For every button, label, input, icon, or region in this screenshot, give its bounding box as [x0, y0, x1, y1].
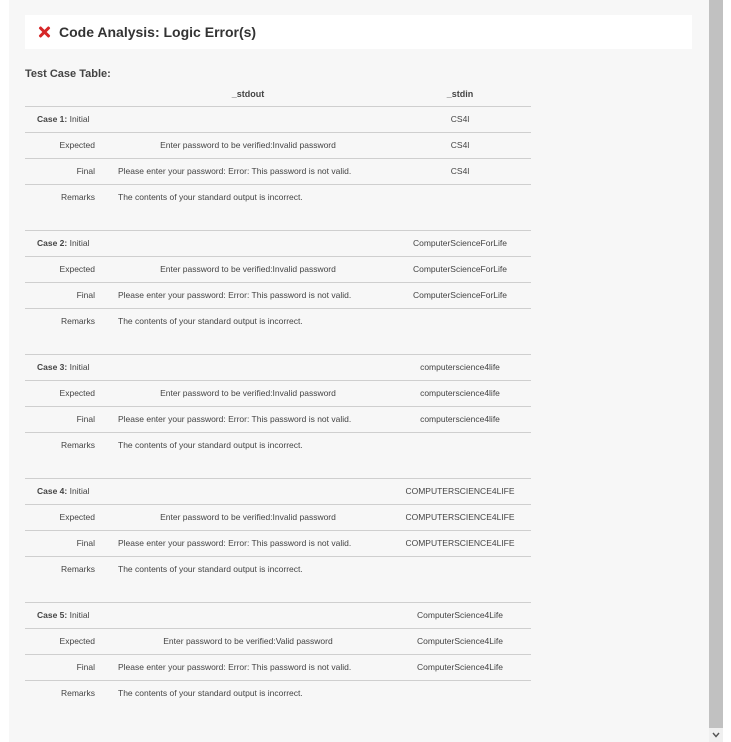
stdout-cell: Enter password to be verified:Invalid pa… [160, 388, 336, 398]
stdout-cell: The contents of your standard output is … [118, 440, 303, 450]
row-label: Final [76, 290, 95, 300]
table-row: Remarks The contents of your standard out… [25, 308, 531, 354]
case-initial-label: Case 3: Initial [37, 355, 89, 380]
stdout-cell [105, 231, 391, 256]
stdout-cell [105, 479, 391, 504]
row-label: Final [76, 538, 95, 548]
stdin-cell: ComputerScience4Life [417, 610, 503, 620]
stdin-cell: CS4l [450, 166, 470, 176]
stdout-cell [105, 355, 391, 380]
stdout-cell: The contents of your standard output is … [118, 564, 303, 574]
stdout-cell: Please enter your password: Error: This … [118, 166, 352, 176]
stdin-cell: CS4l [450, 114, 470, 124]
stdin-cell: CS4l [450, 140, 470, 150]
table-row: Final Please enter your password: Error: … [25, 406, 531, 432]
table-row: Remarks The contents of your standard out… [25, 184, 531, 230]
table-row: Remarks The contents of your standard out… [25, 556, 531, 602]
row-label: Remarks [60, 440, 95, 450]
row-label: Expected [59, 264, 95, 274]
table-row: Final Please enter your password: Error: … [25, 282, 531, 308]
row-label-text: Initial [69, 486, 90, 496]
stdout-cell: Please enter your password: Error: This … [118, 290, 352, 300]
case-initial-label: Case 5: Initial [37, 603, 89, 628]
stdout-cell: Enter password to be verified:Invalid pa… [160, 140, 336, 150]
row-label: Expected [59, 636, 95, 646]
row-label: Final [76, 414, 95, 424]
row-label: Final [76, 166, 95, 176]
column-header-stdout: _stdout [231, 89, 265, 99]
stdin-cell: COMPUTERSCIENCE4LIFE [405, 512, 515, 522]
stdin-cell: computerscience4life [420, 388, 500, 398]
table-row: Expected Enter password to be verified:In… [25, 504, 531, 530]
stdout-cell: Please enter your password: Error: This … [118, 538, 352, 548]
stdin-cell: COMPUTERSCIENCE4LIFE [405, 538, 515, 548]
stdin-cell: computerscience4life [420, 414, 500, 424]
stdout-cell: Please enter your password: Error: This … [118, 662, 352, 672]
stdin-cell [390, 309, 530, 334]
close-x-icon [38, 26, 50, 38]
table-row: Remarks The contents of your standard out… [25, 680, 531, 706]
scroll-down-arrow-icon[interactable] [709, 728, 723, 742]
stdin-cell [390, 681, 530, 706]
stdin-cell [390, 433, 530, 458]
table-row: Final Please enter your password: Error: … [25, 530, 531, 556]
row-label: Remarks [60, 564, 95, 574]
row-label: Remarks [60, 192, 95, 202]
stdout-cell [105, 603, 391, 628]
table-row: Expected Enter password to be verified:Va… [25, 628, 531, 654]
row-label: Expected [59, 388, 95, 398]
stdin-cell: ComputerScience4Life [417, 636, 503, 646]
table-row: Expected Enter password to be verified:In… [25, 380, 531, 406]
stdout-cell: The contents of your standard output is … [118, 316, 303, 326]
case-number-label: Case 5: [37, 610, 68, 620]
row-label-text: Initial [69, 238, 90, 248]
stdin-cell: computerscience4life [420, 362, 500, 372]
stdin-cell [390, 185, 530, 210]
table-row: Final Please enter your password: Error: … [25, 158, 531, 184]
stdout-cell: The contents of your standard output is … [118, 688, 303, 698]
stdin-cell: COMPUTERSCIENCE4LIFE [405, 486, 515, 496]
stdout-cell: Enter password to be verified:Invalid pa… [160, 512, 336, 522]
stdin-cell [390, 557, 530, 582]
stdin-cell: ComputerScienceForLife [412, 238, 507, 248]
table-row: Remarks The contents of your standard out… [25, 432, 531, 478]
row-label: Remarks [60, 316, 95, 326]
stdout-cell: Enter password to be verified:Valid pass… [163, 636, 333, 646]
case-number-label: Case 2: [37, 238, 68, 248]
scrollbar-thumb[interactable] [709, 0, 723, 728]
table-row: Expected Enter password to be verified:In… [25, 132, 531, 158]
stdout-cell: Enter password to be verified:Invalid pa… [160, 264, 336, 274]
table-row: Expected Enter password to be verified:In… [25, 256, 531, 282]
row-label: Remarks [60, 688, 95, 698]
case-number-label: Case 3: [37, 362, 68, 372]
row-label-text: Initial [69, 362, 90, 372]
case-number-label: Case 1: [37, 114, 68, 124]
case-initial-label: Case 2: Initial [37, 231, 89, 256]
stdin-cell: ComputerScienceForLife [412, 264, 507, 274]
stdin-cell: ComputerScience4Life [417, 662, 503, 672]
stdout-cell: The contents of your standard output is … [118, 192, 303, 202]
row-label-text: Initial [69, 114, 90, 124]
stdin-cell: ComputerScienceForLife [412, 290, 507, 300]
table-row: Case 2: Initial ComputerScienceForLife [25, 230, 531, 256]
test-case-table-title: Test Case Table: [25, 68, 111, 80]
table-row: Case 4: Initial COMPUTERSCIENCE4LIFE [25, 478, 531, 504]
case-number-label: Case 4: [37, 486, 68, 496]
column-header-stdin: _stdin [446, 89, 474, 99]
row-label: Expected [59, 512, 95, 522]
table-row: Final Please enter your password: Error: … [25, 654, 531, 680]
case-initial-label: Case 1: Initial [37, 107, 89, 132]
stdout-cell: Please enter your password: Error: This … [118, 414, 352, 424]
row-label: Expected [59, 140, 95, 150]
stdout-cell [105, 107, 391, 132]
row-label: Final [76, 662, 95, 672]
table-row: Case 5: Initial ComputerScience4Life [25, 602, 531, 628]
analysis-title: Code Analysis: Logic Error(s) [59, 24, 257, 40]
row-label-text: Initial [69, 610, 90, 620]
case-initial-label: Case 4: Initial [37, 479, 89, 504]
table-row: Case 3: Initial computerscience4life [25, 354, 531, 380]
analysis-header: Code Analysis: Logic Error(s) [25, 15, 692, 49]
test-case-table: Case 1: Initial CS4l Expected Enter passwor… [25, 106, 531, 706]
table-row: Case 1: Initial CS4l [25, 106, 531, 132]
